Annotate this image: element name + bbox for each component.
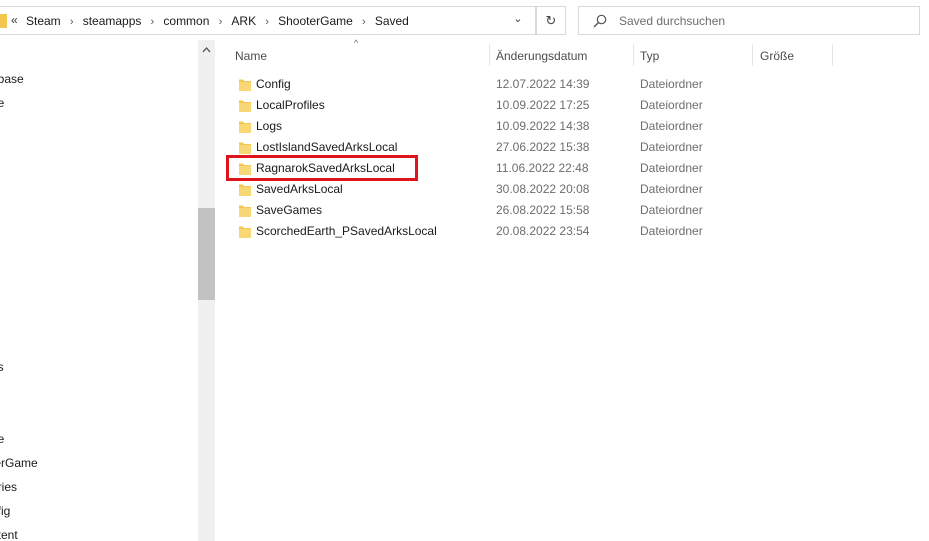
file-row[interactable]: Config 12.07.2022 14:39 Dateiordner xyxy=(225,74,825,95)
file-name: Config xyxy=(256,77,291,91)
scroll-up-icon[interactable] xyxy=(198,44,215,56)
breadcrumb-shootergame[interactable]: ShooterGame xyxy=(278,14,353,28)
scroll-thumb[interactable] xyxy=(198,208,215,300)
file-name: LocalProfiles xyxy=(256,98,325,112)
column-header-size[interactable]: Größe xyxy=(760,48,830,66)
file-date: 27.06.2022 15:38 xyxy=(496,140,590,154)
nav-item-label: terGame xyxy=(0,456,38,470)
file-name: Logs xyxy=(256,119,283,133)
file-row[interactable]: SaveGames 26.08.2022 15:58 Dateiordner xyxy=(225,200,825,221)
folder-icon xyxy=(239,100,251,112)
highlight-annotation-box xyxy=(226,155,418,181)
file-date: 10.09.2022 14:38 xyxy=(496,119,590,133)
file-name: SavedArksLocal xyxy=(256,182,343,196)
column-divider[interactable] xyxy=(832,44,833,66)
file-type: Dateiordner xyxy=(640,182,703,196)
breadcrumb-separator-icon[interactable]: › xyxy=(209,16,231,28)
refresh-button[interactable]: ↻ xyxy=(536,6,566,35)
file-row[interactable]: LocalProfiles 10.09.2022 17:25 Dateiordn… xyxy=(225,95,825,116)
breadcrumb: Steam › steamapps › common › ARK › ShooterGame › S… xyxy=(26,14,409,28)
file-type: Dateiordner xyxy=(640,161,703,175)
breadcrumb-separator-icon[interactable]: › xyxy=(256,16,278,28)
nav-item[interactable]: ntent xyxy=(0,528,27,541)
file-type: Dateiordner xyxy=(640,98,703,112)
nav-item[interactable]: he xyxy=(0,96,13,110)
column-divider[interactable] xyxy=(752,44,753,66)
column-header-date[interactable]: Änderungsdatum xyxy=(496,48,628,66)
refresh-icon: ↻ xyxy=(545,13,557,28)
nav-item-label: nfig xyxy=(0,504,11,518)
search-icon xyxy=(593,14,607,28)
folder-icon xyxy=(0,14,7,28)
nav-item[interactable]: aries xyxy=(0,480,26,494)
breadcrumb-separator-icon[interactable]: › xyxy=(61,16,83,28)
breadcrumb-steam[interactable]: Steam xyxy=(26,14,61,28)
column-divider[interactable] xyxy=(489,44,490,66)
folder-icon xyxy=(239,226,251,238)
sort-ascending-icon: ^ xyxy=(354,38,359,48)
nav-item[interactable]: _base xyxy=(0,72,33,86)
folder-icon xyxy=(239,184,251,196)
address-bar[interactable]: « Steam › steamapps › common › ARK › ShooterGame… xyxy=(0,6,536,35)
column-divider[interactable] xyxy=(633,44,634,66)
file-type: Dateiordner xyxy=(640,224,703,238)
file-type: Dateiordner xyxy=(640,203,703,217)
breadcrumb-separator-icon[interactable]: › xyxy=(141,16,163,28)
nav-item-label: he xyxy=(0,96,5,110)
file-date: 20.08.2022 23:54 xyxy=(496,224,590,238)
breadcrumb-saved[interactable]: Saved xyxy=(375,14,409,28)
breadcrumb-common[interactable]: common xyxy=(163,14,209,28)
file-date: 11.06.2022 22:48 xyxy=(496,161,589,175)
folder-icon xyxy=(239,79,251,91)
nav-item-label: ne xyxy=(0,432,5,446)
file-row[interactable]: ScorchedEarth_PSavedArksLocal 20.08.2022… xyxy=(225,221,825,242)
file-row[interactable]: Logs 10.09.2022 14:38 Dateiordner xyxy=(225,116,825,137)
nav-item[interactable]: ne xyxy=(0,432,13,446)
file-type: Dateiordner xyxy=(640,140,703,154)
nav-item-label: aries xyxy=(0,480,18,494)
file-date: 26.08.2022 15:58 xyxy=(496,203,590,217)
breadcrumb-ark[interactable]: ARK xyxy=(231,14,256,28)
nav-item-label: _base xyxy=(0,72,24,86)
file-name: LostIslandSavedArksLocal xyxy=(256,140,398,154)
folder-icon xyxy=(239,121,251,133)
file-date: 30.08.2022 20:08 xyxy=(496,182,590,196)
nav-item-label: os xyxy=(0,360,4,374)
search-box[interactable] xyxy=(578,6,920,35)
folder-icon xyxy=(239,142,251,154)
column-header-type[interactable]: Typ xyxy=(640,48,748,66)
file-row[interactable]: SavedArksLocal 30.08.2022 20:08 Dateiord… xyxy=(225,179,825,200)
nav-item[interactable]: n xyxy=(0,384,7,398)
search-input[interactable] xyxy=(619,12,899,29)
breadcrumb-overflow-button[interactable]: « xyxy=(11,13,18,27)
file-type: Dateiordner xyxy=(640,77,703,91)
breadcrumb-steamapps[interactable]: steamapps xyxy=(83,14,142,28)
file-name: ScorchedEarth_PSavedArksLocal xyxy=(256,224,437,238)
column-header-name[interactable]: Name xyxy=(235,48,485,66)
file-date: 10.09.2022 17:25 xyxy=(496,98,590,112)
nav-item[interactable]: nfig xyxy=(0,504,19,518)
folder-icon xyxy=(239,205,251,217)
navigation-pane: _base he os n ne terGame aries nfig nten… xyxy=(0,40,198,541)
breadcrumb-separator-icon[interactable]: › xyxy=(353,16,375,28)
nav-item-label: ntent xyxy=(0,528,18,541)
file-name: SaveGames xyxy=(256,203,323,217)
nav-item[interactable]: terGame xyxy=(0,456,47,470)
chevron-down-icon[interactable]: ⌄ xyxy=(507,12,529,30)
file-type: Dateiordner xyxy=(640,119,703,133)
file-date: 12.07.2022 14:39 xyxy=(496,77,590,91)
nav-item[interactable]: os xyxy=(0,360,13,374)
nav-scrollbar[interactable] xyxy=(198,40,215,541)
